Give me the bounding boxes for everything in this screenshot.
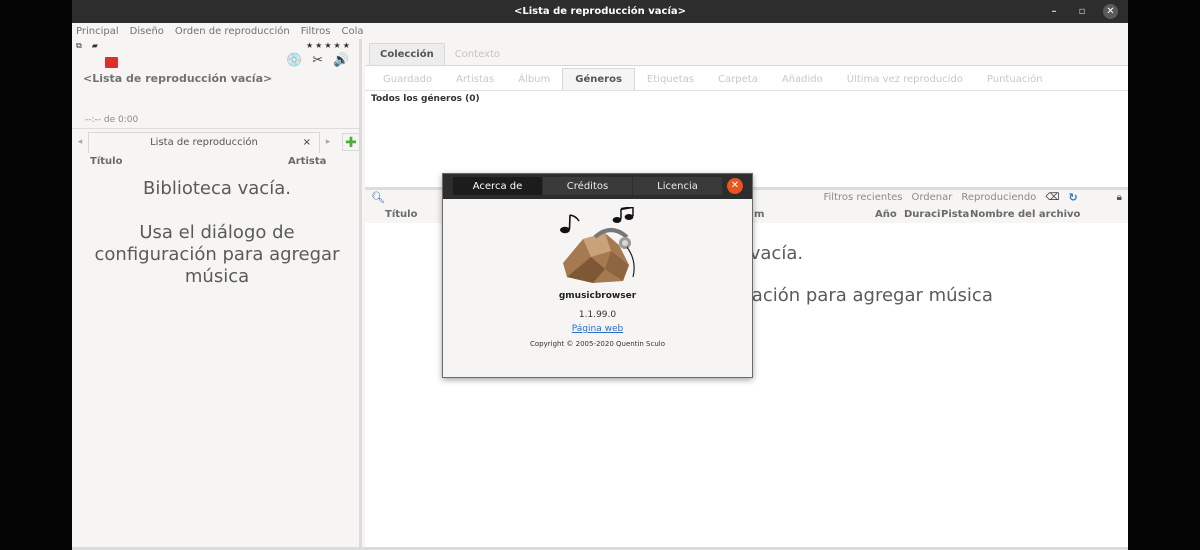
- clear-filter-icon[interactable]: ⌫: [1045, 192, 1059, 203]
- settings-tools-icon[interactable]: ✂: [312, 53, 323, 68]
- about-header: Acerca de Créditos Licencia ✕: [443, 174, 752, 199]
- close-tab-icon[interactable]: ×: [303, 137, 311, 148]
- empty-line-4: música: [184, 266, 250, 287]
- tab-creditos[interactable]: Créditos: [543, 177, 633, 195]
- tab-coleccion[interactable]: Colección: [369, 43, 445, 65]
- time-display: --:-- de 0:00: [85, 115, 139, 125]
- tab-licencia[interactable]: Licencia: [633, 177, 723, 195]
- tab-anadido[interactable]: Añadido: [770, 68, 835, 90]
- library-empty-line-2: uración para agregar música: [733, 285, 993, 306]
- rating-stars[interactable]: ★★★★★: [306, 41, 352, 50]
- browser-tabs: Colección Contexto: [369, 43, 510, 65]
- column-title[interactable]: Título: [90, 156, 122, 167]
- maximize-icon[interactable]: ▫: [1075, 5, 1089, 19]
- column-album[interactable]: m: [754, 209, 764, 220]
- lock-icon[interactable]: 🔒︎: [1117, 192, 1122, 203]
- empty-line-3: configuración para agregar: [94, 244, 340, 265]
- tab-album[interactable]: Álbum: [506, 68, 562, 90]
- tab-generos[interactable]: Géneros: [562, 68, 635, 90]
- column-filename[interactable]: Nombre del archivo: [970, 209, 1080, 220]
- window-title: <Lista de reproducción vacía>: [513, 6, 687, 17]
- menu-orden-reproduccion[interactable]: Orden de reproducción: [175, 26, 290, 37]
- title-bar[interactable]: <Lista de reproducción vacía> – ▫ ✕: [72, 0, 1128, 23]
- menu-cola[interactable]: Cola: [341, 26, 363, 37]
- tab-artistas[interactable]: Artistas: [444, 68, 506, 90]
- collection-subtabs: Guardado Artistas Álbum Géneros Etiqueta…: [371, 68, 1055, 90]
- menu-bar: Principal Diseño Orden de reproducción F…: [72, 23, 1128, 39]
- website-link[interactable]: Página web: [443, 324, 752, 334]
- stop-button[interactable]: [105, 57, 118, 68]
- window-mode-icon[interactable]: ⧉: [76, 41, 82, 51]
- column-duration[interactable]: Duraci: [904, 209, 940, 220]
- tab-playlist-label: Lista de reproducción: [150, 137, 258, 148]
- tab-carpeta[interactable]: Carpeta: [706, 68, 770, 90]
- filter-actions: Filtros recientes Ordenar Reproduciendo …: [823, 191, 1122, 204]
- app-logo-icon: [560, 207, 635, 283]
- tab-puntuacion[interactable]: Puntuación: [975, 68, 1055, 90]
- top-left-icons: ⧉ ▰: [76, 41, 98, 51]
- left-pane: ⧉ ▰ ★★★★★ 💿 ✂ 🔊 <Lista de reproducción v…: [72, 39, 362, 550]
- app-version: 1.1.99.0: [578, 310, 617, 320]
- app-name: gmusicbrowser: [558, 291, 637, 301]
- divider: [365, 90, 1128, 91]
- tab-etiquetas[interactable]: Etiquetas: [635, 68, 706, 90]
- all-genres-item[interactable]: Todos los géneros (0): [371, 94, 480, 104]
- tab-ultima-vez[interactable]: Última vez reproducido: [835, 68, 975, 90]
- tab-next-arrow-icon[interactable]: ▸: [320, 137, 336, 147]
- layout-icon[interactable]: ▰: [92, 41, 98, 51]
- column-artist[interactable]: Artista: [288, 156, 326, 167]
- tab-acerca-de[interactable]: Acerca de: [453, 177, 543, 195]
- volume-icon[interactable]: 🔊: [333, 53, 349, 68]
- tab-playlist[interactable]: Lista de reproducción ×: [88, 131, 320, 153]
- empty-line-spacer: [72, 200, 362, 222]
- column-track[interactable]: Pista: [941, 209, 969, 220]
- tab-guardado[interactable]: Guardado: [371, 68, 444, 90]
- copyright-text: Copyright © 2005-2020 Quentin Sculo: [529, 340, 666, 348]
- now-playing-title: <Lista de reproducción vacía>: [83, 72, 273, 85]
- sort-button[interactable]: Ordenar: [911, 192, 952, 203]
- search-icon[interactable]: 🔍︎: [371, 191, 385, 204]
- column-title[interactable]: Título: [385, 209, 417, 220]
- about-tabs: Acerca de Créditos Licencia: [453, 177, 723, 195]
- menu-filtros[interactable]: Filtros: [301, 26, 331, 37]
- close-dialog-button[interactable]: ✕: [727, 178, 743, 194]
- empty-line-2: Usa el diálogo de: [139, 222, 295, 243]
- divider: [72, 128, 359, 129]
- refresh-icon[interactable]: ↻: [1068, 191, 1077, 204]
- playlist-column-headers: Título Artista: [72, 156, 362, 170]
- about-dialog: Acerca de Créditos Licencia ✕ gmusicbrow…: [442, 173, 753, 378]
- menu-principal[interactable]: Principal: [76, 26, 119, 37]
- disc-icon[interactable]: 💿: [286, 53, 302, 68]
- empty-line-1: Biblioteca vacía.: [143, 178, 291, 199]
- menu-diseno[interactable]: Diseño: [130, 26, 164, 37]
- tab-prev-arrow-icon[interactable]: ◂: [72, 137, 88, 147]
- tab-contexto[interactable]: Contexto: [445, 43, 510, 65]
- left-black-border: [0, 0, 72, 550]
- window-controls: – ▫ ✕: [1047, 4, 1118, 19]
- right-black-border: [1128, 0, 1200, 550]
- minimize-icon[interactable]: –: [1047, 5, 1061, 19]
- empty-library-message: Biblioteca vacía. Usa el diálogo de conf…: [72, 178, 362, 288]
- collection-panel: Guardado Artistas Álbum Géneros Etiqueta…: [365, 65, 1128, 187]
- playlist-tabs: ◂ Lista de reproducción × ▸ ✚: [72, 131, 362, 153]
- close-window-button[interactable]: ✕: [1103, 4, 1118, 19]
- add-playlist-button[interactable]: ✚: [342, 133, 360, 151]
- player-tool-icons: 💿 ✂ 🔊: [286, 53, 349, 68]
- recent-filters-button[interactable]: Filtros recientes: [823, 192, 902, 203]
- playing-button[interactable]: Reproduciendo: [961, 192, 1036, 203]
- column-year[interactable]: Año: [875, 209, 897, 220]
